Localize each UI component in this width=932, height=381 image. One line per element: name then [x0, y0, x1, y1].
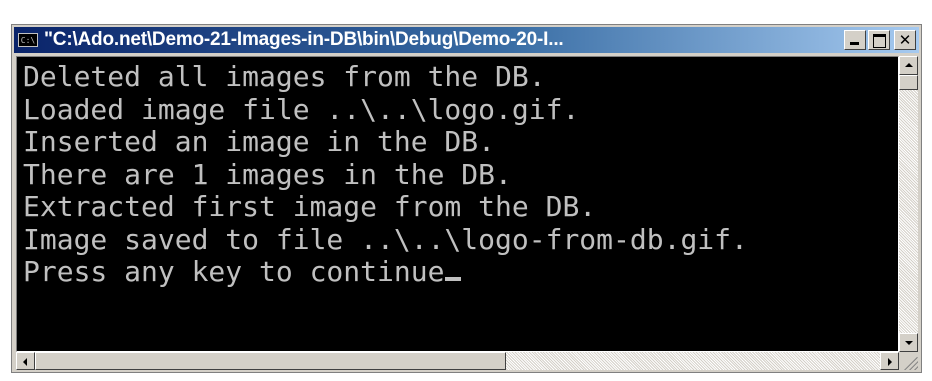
- close-icon: ✕: [898, 31, 912, 49]
- scroll-down-button[interactable]: [899, 333, 918, 352]
- maximize-button[interactable]: [868, 30, 890, 50]
- console-output[interactable]: Deleted all images from the DB. Loaded i…: [16, 56, 899, 352]
- horizontal-scroll-thumb[interactable]: [35, 352, 506, 370]
- arrow-up-icon: [905, 63, 913, 67]
- console-app-icon[interactable]: C:\: [18, 33, 38, 47]
- scroll-right-button[interactable]: [880, 352, 899, 370]
- console-line: Extracted first image from the DB.: [23, 190, 597, 223]
- window-title: "C:\Ado.net\Demo-21-Images-in-DB\bin\Deb…: [44, 29, 564, 50]
- title-bar[interactable]: C:\ "C:\Ado.net\Demo-21-Images-in-DB\bin…: [14, 27, 919, 53]
- vertical-scrollbar[interactable]: [899, 56, 918, 352]
- close-button[interactable]: ✕: [894, 30, 916, 50]
- arrow-down-icon: [905, 341, 913, 345]
- console-line: Loaded image file ..\..\logo.gif.: [23, 92, 580, 126]
- text-cursor: [445, 277, 462, 281]
- minimize-button[interactable]: [844, 30, 866, 50]
- scroll-left-button[interactable]: [16, 352, 35, 370]
- scroll-up-button[interactable]: [899, 56, 918, 75]
- console-line: Image saved to file ..\..\logo-from-db.g…: [23, 222, 748, 256]
- vertical-scroll-thumb[interactable]: [899, 75, 918, 90]
- caption-buttons: ✕: [844, 30, 916, 50]
- console-lines: Deleted all images from the DB. Loaded i…: [23, 60, 748, 289]
- console-prompt-text: Press any key to continue: [23, 255, 445, 288]
- resize-grip-icon[interactable]: [899, 352, 918, 370]
- console-line: There are 1 images in the DB.: [23, 157, 512, 191]
- console-window[interactable]: C:\ "C:\Ado.net\Demo-21-Images-in-DB\bin…: [11, 24, 922, 373]
- arrow-right-icon: [888, 358, 892, 366]
- console-prompt-line: Press any key to continue: [23, 255, 748, 289]
- console-line: Inserted an image in the DB.: [23, 125, 496, 158]
- maximize-icon: [873, 34, 886, 48]
- arrow-left-icon: [23, 358, 27, 366]
- minimize-icon: [850, 42, 859, 45]
- horizontal-scrollbar[interactable]: [16, 352, 899, 370]
- console-line: Deleted all images from the DB.: [23, 60, 546, 93]
